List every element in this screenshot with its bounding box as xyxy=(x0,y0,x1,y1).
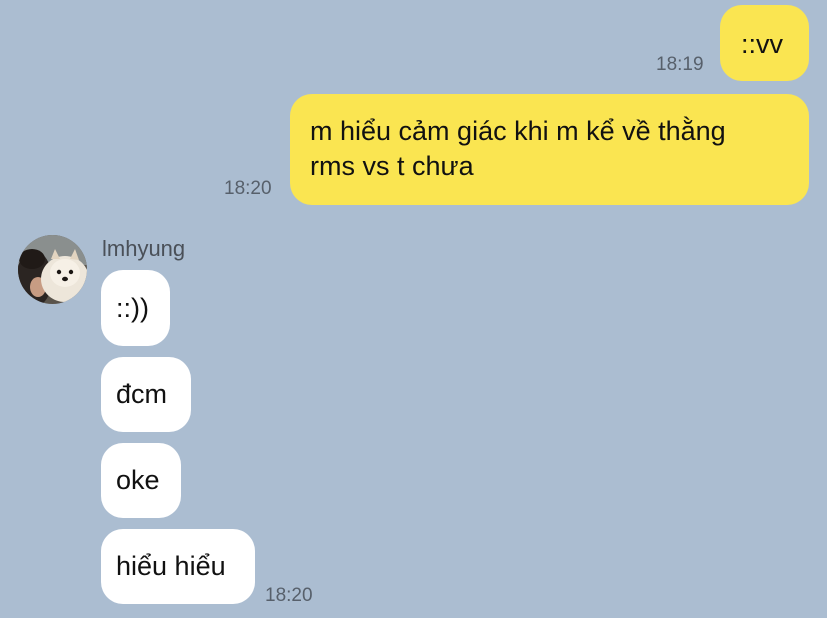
message-text-line: rms vs t chưa xyxy=(310,151,474,181)
message-text: đcm xyxy=(116,379,168,409)
message-text: oke xyxy=(116,465,160,495)
message-timestamp: 18:20 xyxy=(224,178,272,199)
incoming-message-bubble[interactable]: đcm xyxy=(101,357,191,432)
outgoing-message-bubble[interactable]: m hiểu cảm giác khi m kể về thằng rms vs… xyxy=(290,94,809,205)
incoming-message-bubble[interactable]: oke xyxy=(101,443,181,518)
incoming-message-bubble[interactable]: hiểu hiểu xyxy=(101,529,255,604)
outgoing-message-bubble[interactable]: ::vv xyxy=(720,5,809,81)
contact-avatar[interactable] xyxy=(18,235,87,304)
message-timestamp: 18:20 xyxy=(265,585,313,606)
message-text: ::vv xyxy=(741,29,784,59)
profile-photo-dog-avatar-icon xyxy=(18,235,87,304)
message-timestamp: 18:19 xyxy=(656,54,704,75)
message-text: hiểu hiểu xyxy=(116,551,226,581)
incoming-message-bubble[interactable]: ::)) xyxy=(101,270,170,346)
message-text-line: m hiểu cảm giác khi m kể về thằng xyxy=(310,116,726,146)
contact-name: lmhyung xyxy=(102,236,186,261)
message-text: ::)) xyxy=(116,293,149,323)
